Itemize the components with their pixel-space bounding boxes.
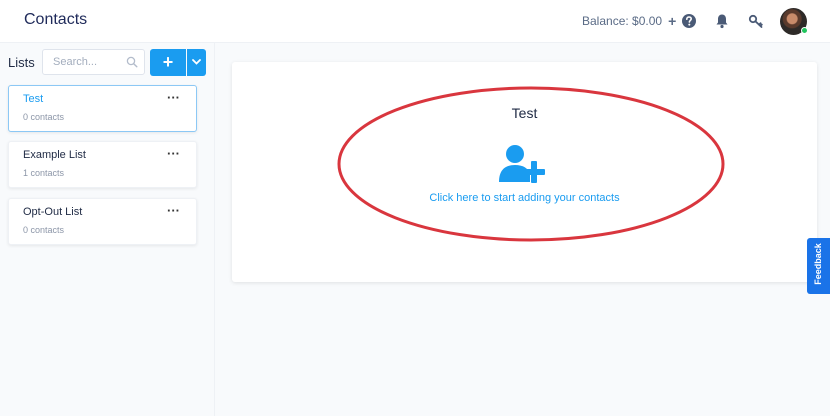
bell-icon[interactable] [714,13,730,29]
feedback-tab[interactable]: Feedback [807,238,830,294]
list-item-example-list[interactable]: Example List 1 contacts ··· [8,141,197,188]
list-item-count: 0 contacts [23,225,65,235]
balance-label: Balance: $0.00 [582,14,663,28]
help-icon[interactable] [681,13,697,29]
list-item-test[interactable]: Test 0 contacts ··· [8,85,197,132]
list-item-count: 0 contacts [23,112,65,122]
list-item-menu-icon[interactable]: ··· [167,90,180,105]
page-title: Contacts [24,11,88,28]
list-item-name: Example List [23,149,86,161]
online-status-indicator [801,27,808,34]
list-item-name: Test [23,93,44,105]
add-options-dropdown[interactable] [187,49,206,76]
add-balance-button[interactable]: + [668,14,676,28]
chevron-down-icon [192,59,201,65]
search-icon [126,56,138,68]
list-item-name: Opt-Out List [23,206,83,218]
key-icon[interactable] [748,13,764,29]
search-box[interactable] [42,49,145,75]
lists-sidebar: Lists + Test 0 contacts ··· Example List… [0,43,215,416]
search-input[interactable] [43,50,121,74]
feedback-label: Feedback [813,243,823,285]
annotation-ellipse [337,86,725,242]
balance[interactable]: Balance: $0.00 + [582,14,676,28]
list-item-count: 1 contacts [23,168,65,178]
list-item-menu-icon[interactable]: ··· [167,203,180,218]
lists-heading: Lists [8,55,35,70]
list-item-menu-icon[interactable]: ··· [167,146,180,161]
add-list-button[interactable]: + [150,49,186,76]
top-bar: Contacts Balance: $0.00 + [0,0,830,43]
list-item-opt-out-list[interactable]: Opt-Out List 0 contacts ··· [8,198,197,245]
